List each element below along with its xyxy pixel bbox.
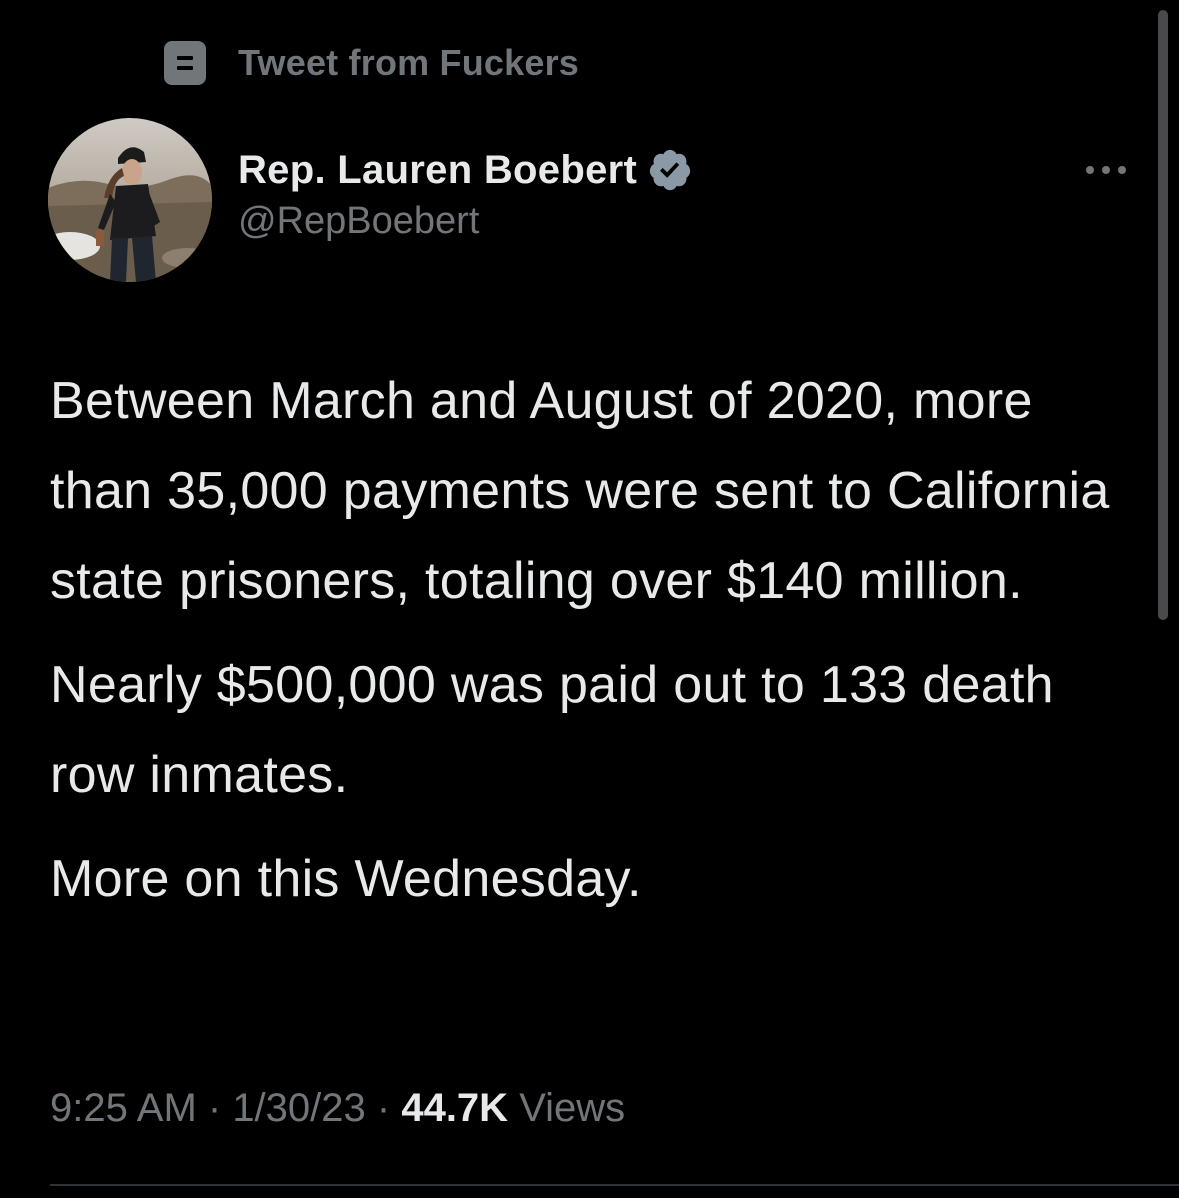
avatar-photo xyxy=(48,118,212,282)
tweet-time[interactable]: 9:25 AM xyxy=(50,1086,197,1130)
tweet-paragraph: More on this Wednesday. xyxy=(50,850,642,908)
social-context-label: Tweet from Fuckers xyxy=(238,42,580,83)
social-context[interactable]: Tweet from Fuckers xyxy=(164,40,579,86)
views-count[interactable]: 44.7K xyxy=(401,1086,508,1130)
more-options-icon[interactable] xyxy=(1082,158,1130,182)
views-label: Views xyxy=(508,1086,626,1130)
tweet-text: Between March and August of 2020, more t… xyxy=(50,356,1140,938)
list-icon xyxy=(164,41,206,85)
tweet-paragraph: Between March and August of 2020, more t… xyxy=(50,372,1110,610)
name-row: Rep. Lauren Boebert xyxy=(238,142,693,198)
avatar[interactable] xyxy=(48,118,212,282)
meta-separator: · xyxy=(196,1086,233,1130)
divider xyxy=(50,1184,1179,1186)
display-name[interactable]: Rep. Lauren Boebert xyxy=(238,148,637,193)
meta-separator: · xyxy=(365,1086,402,1130)
tweet-date[interactable]: 1/30/23 xyxy=(232,1086,365,1130)
scrollbar[interactable] xyxy=(1158,10,1168,620)
handle[interactable]: @RepBoebert xyxy=(238,200,693,243)
tweet-paragraph: Nearly $500,000 was paid out to 133 deat… xyxy=(50,656,1054,804)
verified-badge-icon xyxy=(649,149,691,191)
tweet-author[interactable]: Rep. Lauren Boebert @RepBoebert xyxy=(238,142,693,243)
tweet-meta: 9:25 AM · 1/30/23 · 44.7K Views xyxy=(50,1086,625,1131)
